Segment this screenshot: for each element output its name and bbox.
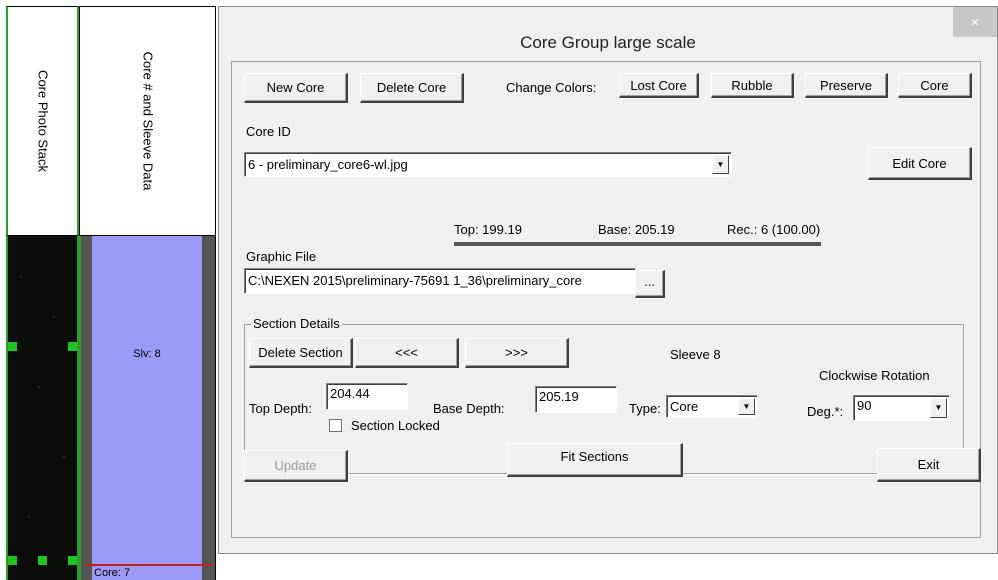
rotation-value: 90 <box>857 398 872 413</box>
top-left-marker[interactable] <box>8 342 17 351</box>
bottom-mid-marker[interactable] <box>38 556 47 565</box>
graphic-file-label: Graphic File <box>246 249 317 264</box>
next-section-button[interactable]: >>> <box>465 338 569 368</box>
sleeve-column[interactable]: Slv: 8 Core: 7 <box>79 236 216 580</box>
fit-sections-button[interactable]: Fit Sections <box>507 443 683 477</box>
update-button[interactable]: Update <box>244 450 348 482</box>
sleeve-fill <box>92 236 202 566</box>
browse-button[interactable]: ... <box>635 270 665 298</box>
title-bar[interactable]: Core Group large scale × <box>219 7 997 61</box>
chevron-down-icon[interactable]: ▼ <box>712 155 729 174</box>
core-strip: Core Photo Stack Core # and Sleeve Data … <box>0 0 218 580</box>
sleeve-number: Sleeve 8 <box>670 347 721 362</box>
core-color-button[interactable]: Core <box>898 73 972 98</box>
rotation-label: Clockwise Rotation <box>819 368 930 383</box>
graphic-file-value: C:\NEXEN 2015\preliminary-75691 1_36\pre… <box>248 273 582 288</box>
type-value: Core <box>670 399 699 414</box>
previous-section-button[interactable]: <<< <box>355 338 459 368</box>
core-id-value: 6 - preliminary_core6-wl.jpg <box>248 157 408 172</box>
dialog-client: New Core Delete Core Change Colors: Lost… <box>231 61 981 538</box>
chevron-down-icon[interactable]: ▼ <box>930 398 947 418</box>
base-depth-label: Base Depth: <box>433 401 505 416</box>
edit-core-button[interactable]: Edit Core <box>868 147 972 180</box>
core-id-label: Core ID <box>246 124 291 139</box>
chevron-down-icon[interactable]: ▼ <box>738 398 755 415</box>
rubble-button[interactable]: Rubble <box>711 73 794 98</box>
bottom-left-marker[interactable] <box>8 556 17 565</box>
section-details-title: Section Details <box>251 316 342 331</box>
top-stat: Top: 199.19 <box>454 222 522 237</box>
top-depth-label: Top Depth: <box>249 401 312 416</box>
section-locked-checkbox[interactable] <box>329 419 342 432</box>
base-stat: Base: 205.19 <box>598 222 675 237</box>
lost-core-button[interactable]: Lost Core <box>619 73 699 98</box>
core-group-dialog: Core Group large scale × New Core Delete… <box>218 6 998 554</box>
type-label: Type: <box>629 401 661 416</box>
core-id-select[interactable]: 6 - preliminary_core6-wl.jpg ▼ <box>244 152 732 177</box>
top-depth-input[interactable]: 204.44 <box>326 383 408 410</box>
exit-button[interactable]: Exit <box>877 448 981 482</box>
deg-label: Deg.*: <box>807 404 844 419</box>
graphic-file-input[interactable]: C:\NEXEN 2015\preliminary-75691 1_36\pre… <box>244 268 636 294</box>
delete-core-button[interactable]: Delete Core <box>360 73 464 103</box>
base-depth-input[interactable]: 205.19 <box>535 386 617 413</box>
recovery-bar <box>454 242 821 246</box>
core-photo[interactable] <box>6 236 79 580</box>
top-right-marker[interactable] <box>68 342 77 351</box>
rotation-select[interactable]: 90 ▼ <box>853 395 950 421</box>
sleeve-data-header: Core # and Sleeve Data <box>79 6 216 236</box>
change-colors-label: Change Colors: <box>506 80 597 95</box>
preserve-button[interactable]: Preserve <box>805 73 888 98</box>
recovery-stat: Rec.: 6 (100.00) <box>727 222 821 237</box>
close-button[interactable]: × <box>953 7 997 37</box>
core-photo-stack-header: Core Photo Stack <box>6 6 79 236</box>
sleeve-label: Slv: 8 <box>133 348 161 360</box>
section-locked-label: Section Locked <box>351 418 440 433</box>
new-core-button[interactable]: New Core <box>244 73 348 103</box>
type-select[interactable]: Core ▼ <box>666 395 758 418</box>
dialog-title: Core Group large scale <box>520 33 696 52</box>
delete-section-button[interactable]: Delete Section <box>249 338 353 368</box>
core-label: Core: 7 <box>92 566 202 580</box>
bottom-right-marker[interactable] <box>68 556 77 565</box>
core-photo-stack-label: Core Photo Stack <box>35 70 50 172</box>
sleeve-data-label: Core # and Sleeve Data <box>140 51 155 191</box>
divider-line <box>79 236 81 580</box>
